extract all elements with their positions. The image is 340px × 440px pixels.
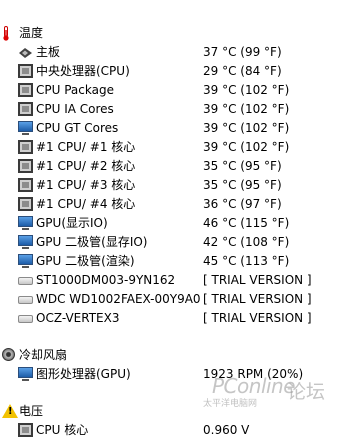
sensor-row[interactable]: #1 CPU/ #2 核心 35 °C (95 °F)	[0, 157, 340, 176]
sensor-label: 中央处理器(CPU)	[36, 64, 130, 78]
monitor-icon	[18, 254, 33, 268]
sensor-label: ST1000DM003-9YN162	[36, 273, 176, 287]
sensor-row[interactable]: CPU IA Cores 39 °C (102 °F)	[0, 100, 340, 119]
sensor-label: CPU GT Cores	[36, 121, 119, 135]
sensor-value: 42 °C (108 °F)	[203, 235, 290, 249]
monitor-icon	[18, 121, 33, 135]
sensor-row[interactable]: ST1000DM003-9YN162 [ TRIAL VERSION ]	[0, 271, 340, 290]
sensor-value: 35 °C (95 °F)	[203, 159, 282, 173]
sensor-label: WDC WD1002FAEX-00Y9A0	[36, 292, 201, 306]
section-title: 温度	[19, 26, 44, 40]
cpu-chip-icon	[18, 159, 33, 173]
cpu-chip-icon	[18, 83, 33, 97]
sensor-value: 35 °C (95 °F)	[203, 178, 282, 192]
monitor-icon	[18, 216, 33, 230]
hard-drive-icon	[18, 277, 33, 285]
monitor-icon	[18, 235, 33, 249]
monitor-icon	[18, 367, 33, 381]
sensor-value: [ TRIAL VERSION ]	[203, 292, 312, 306]
sensor-value: [ TRIAL VERSION ]	[203, 311, 312, 325]
sensor-label: 图形处理器(GPU)	[36, 367, 131, 381]
sensor-value: 0.960 V	[203, 423, 250, 437]
sensor-label: #1 CPU/ #2 核心	[36, 159, 136, 173]
sensor-value: [ TRIAL VERSION ]	[203, 273, 312, 287]
sensor-label: CPU Package	[36, 83, 114, 97]
sensor-row[interactable]: 中央处理器(CPU) 29 °C (84 °F)	[0, 62, 340, 81]
sensor-row[interactable]: #1 CPU/ #3 核心 35 °C (95 °F)	[0, 176, 340, 195]
sensor-label: GPU(显示IO)	[36, 216, 108, 230]
sensor-value: 39 °C (102 °F)	[203, 121, 290, 135]
sensor-row[interactable]: WDC WD1002FAEX-00Y9A0 [ TRIAL VERSION ]	[0, 290, 340, 309]
warning-icon	[2, 404, 18, 418]
sensor-row[interactable]: CPU 核心 0.960 V	[0, 421, 340, 440]
cpu-chip-icon	[18, 64, 33, 78]
cpu-chip-icon	[18, 197, 33, 211]
section-title: 电压	[19, 404, 44, 418]
sensor-row[interactable]: #1 CPU/ #1 核心 39 °C (102 °F)	[0, 138, 340, 157]
sensor-label: GPU 二极管(渲染)	[36, 254, 135, 268]
sensor-row[interactable]: #1 CPU/ #4 核心 36 °C (97 °F)	[0, 195, 340, 214]
watermark-logo: PConline	[212, 374, 296, 398]
sensor-value: 46 °C (115 °F)	[203, 216, 290, 230]
cpu-chip-icon	[18, 102, 33, 116]
sensor-row[interactable]: GPU 二极管(渲染) 45 °C (113 °F)	[0, 252, 340, 271]
fan-icon	[2, 348, 15, 361]
hard-drive-icon	[18, 315, 33, 323]
sensor-row[interactable]: CPU GT Cores 39 °C (102 °F)	[0, 119, 340, 138]
sensor-value: 36 °C (97 °F)	[203, 197, 282, 211]
hard-drive-icon	[18, 296, 33, 304]
section-temperature[interactable]: 温度	[0, 24, 340, 43]
cpu-chip-icon	[18, 140, 33, 154]
section-title: 冷却风扇	[19, 348, 68, 362]
watermark-forum: 论坛	[287, 381, 326, 403]
cpu-chip-icon	[18, 178, 33, 192]
sensor-value: 45 °C (113 °F)	[203, 254, 290, 268]
watermark-sub: 太平洋电脑网	[203, 399, 258, 409]
sensor-value: 39 °C (102 °F)	[203, 83, 290, 97]
sensor-label: GPU 二极管(显存IO)	[36, 235, 148, 249]
sensor-label: CPU IA Cores	[36, 102, 114, 116]
sensor-row[interactable]: 主板 37 °C (99 °F)	[0, 43, 340, 62]
cpu-chip-icon	[18, 423, 33, 437]
sensor-row[interactable]: GPU(显示IO) 46 °C (115 °F)	[0, 214, 340, 233]
sensor-label: OCZ-VERTEX3	[36, 311, 120, 325]
sensor-row[interactable]: GPU 二极管(显存IO) 42 °C (108 °F)	[0, 233, 340, 252]
motherboard-icon	[18, 46, 33, 60]
sensor-value: 29 °C (84 °F)	[203, 64, 282, 78]
sensor-label: #1 CPU/ #1 核心	[36, 140, 136, 154]
sensor-label: #1 CPU/ #3 核心	[36, 178, 136, 192]
section-fans[interactable]: 冷却风扇	[0, 346, 340, 365]
sensor-value: 39 °C (102 °F)	[203, 140, 290, 154]
section-voltage[interactable]: 电压	[0, 402, 340, 421]
thermometer-icon	[2, 26, 10, 41]
sensor-value: 39 °C (102 °F)	[203, 102, 290, 116]
sensor-value: 37 °C (99 °F)	[203, 45, 282, 59]
sensor-label: #1 CPU/ #4 核心	[36, 197, 136, 211]
sensor-row[interactable]: OCZ-VERTEX3 [ TRIAL VERSION ]	[0, 309, 340, 328]
sensor-label: 主板	[36, 45, 61, 59]
sensor-row[interactable]: CPU Package 39 °C (102 °F)	[0, 81, 340, 100]
sensor-label: CPU 核心	[36, 423, 89, 437]
